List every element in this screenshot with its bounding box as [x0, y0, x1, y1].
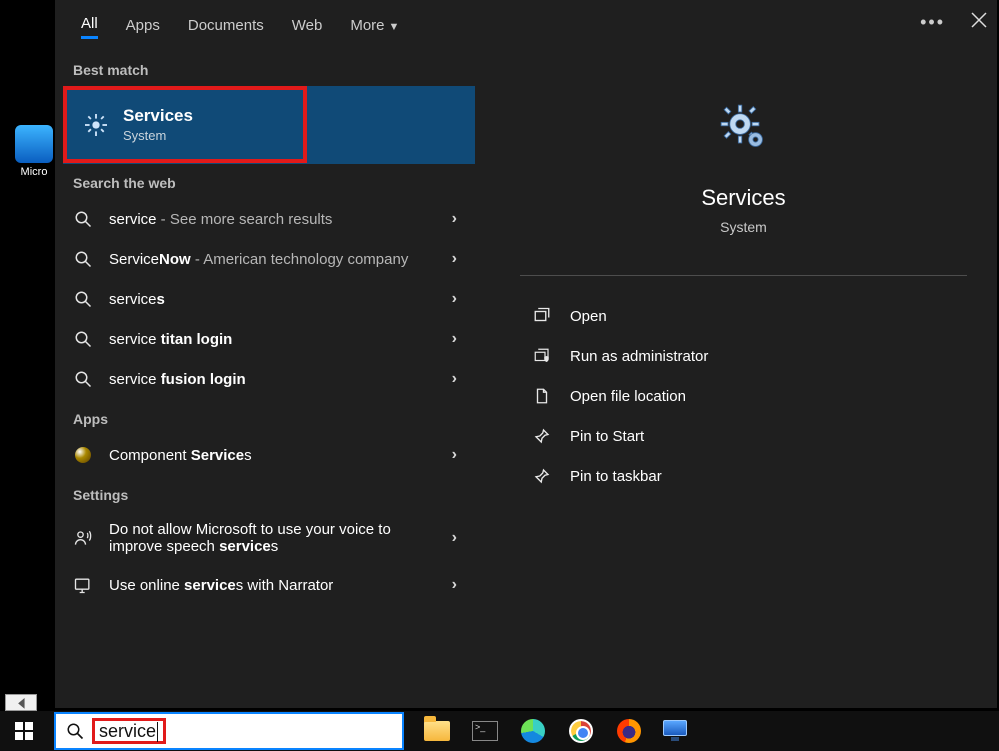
setting-result[interactable]: Do not allow Microsoft to use your voice… [55, 511, 475, 565]
close-button[interactable] [971, 12, 987, 33]
action-label: Open [570, 308, 607, 325]
pin-icon [532, 466, 552, 486]
action-pin-start[interactable]: Pin to Start [490, 416, 997, 456]
monitor-icon [663, 720, 691, 742]
search-panel: All Apps Documents Web More▼ ••• Best ma… [55, 0, 997, 708]
gear-large-icon [716, 100, 771, 155]
chevron-right-icon: › [452, 576, 457, 594]
web-result[interactable]: service fusion login › [55, 359, 475, 399]
edge-icon [521, 719, 545, 743]
desktop-shortcut-label: Micro [14, 166, 54, 178]
search-icon [73, 329, 93, 349]
chevron-down-icon: ▼ [389, 21, 400, 33]
setting-result[interactable]: Use online services with Narrator › [55, 565, 475, 605]
chevron-right-icon: › [452, 446, 457, 464]
taskbar-apps: >_ [416, 711, 698, 751]
close-icon [971, 12, 987, 28]
search-icon [73, 249, 93, 269]
action-label: Pin to Start [570, 428, 644, 445]
desktop-shortcut[interactable]: Micro [14, 125, 54, 178]
taskbar-edge[interactable] [512, 711, 554, 751]
person-voice-icon [73, 528, 93, 548]
setting-result-text: Use online services with Narrator [109, 577, 436, 594]
taskbar-firefox[interactable] [608, 711, 650, 751]
hscroll-left[interactable]: ◀ [5, 694, 37, 711]
search-tabs: All Apps Documents Web More▼ [55, 0, 997, 50]
search-icon [66, 722, 84, 740]
best-match-title: Services [123, 106, 193, 126]
chevron-right-icon: › [452, 290, 457, 308]
folder-icon [424, 721, 450, 741]
action-run-admin[interactable]: Run as administrator [490, 336, 997, 376]
web-result-text: service titan login [109, 331, 436, 348]
web-result[interactable]: service titan login › [55, 319, 475, 359]
taskbar-search-input[interactable]: service [54, 712, 404, 750]
chevron-right-icon: › [452, 529, 457, 547]
action-pin-taskbar[interactable]: Pin to taskbar [490, 456, 997, 496]
search-icon [73, 289, 93, 309]
setting-result-text: Do not allow Microsoft to use your voice… [109, 521, 436, 555]
search-query-value: service [92, 718, 166, 744]
file-location-icon [532, 386, 552, 406]
tab-documents[interactable]: Documents [188, 13, 264, 38]
web-result[interactable]: services › [55, 279, 475, 319]
results-column: Best match Services System Search the we… [55, 50, 475, 708]
taskbar-chrome[interactable] [560, 711, 602, 751]
app-result[interactable]: Component Services › [55, 435, 475, 475]
web-result[interactable]: service - See more search results › [55, 199, 475, 239]
terminal-icon: >_ [472, 721, 498, 741]
taskbar-remote-desktop[interactable] [656, 711, 698, 751]
preview-column: Services System Open Run as administrato… [490, 50, 997, 708]
more-options-button[interactable]: ••• [920, 12, 945, 33]
app-result-text: Component Services [109, 447, 436, 464]
action-label: Open file location [570, 388, 686, 405]
taskbar-file-explorer[interactable] [416, 711, 458, 751]
tab-apps[interactable]: Apps [126, 13, 160, 38]
section-search-web: Search the web [55, 163, 475, 199]
shield-icon [532, 346, 552, 366]
section-settings: Settings [55, 475, 475, 511]
web-result-text: ServiceNow - American technology company [109, 251, 436, 268]
preview-subtitle: System [490, 219, 997, 235]
component-services-icon [73, 445, 93, 465]
search-icon [73, 369, 93, 389]
chevron-right-icon: › [452, 330, 457, 348]
web-result-text: service fusion login [109, 371, 436, 388]
section-best-match: Best match [55, 50, 475, 86]
section-apps: Apps [55, 399, 475, 435]
action-open-location[interactable]: Open file location [490, 376, 997, 416]
web-result-text: service - See more search results [109, 211, 436, 228]
gear-icon [85, 114, 107, 136]
action-label: Run as administrator [570, 348, 708, 365]
pin-icon [532, 426, 552, 446]
taskbar-terminal[interactable]: >_ [464, 711, 506, 751]
best-match-result[interactable]: Services System [63, 86, 307, 163]
chevron-right-icon: › [452, 250, 457, 268]
divider [520, 275, 967, 276]
windows-logo-icon [15, 722, 33, 740]
taskbar: service >_ [0, 711, 999, 751]
tab-all[interactable]: All [81, 11, 98, 39]
best-match-subtitle: System [123, 128, 193, 143]
chrome-icon [569, 719, 593, 743]
app-icon [15, 125, 53, 163]
open-icon [532, 306, 552, 326]
chevron-right-icon: › [452, 370, 457, 388]
web-result-text: services [109, 291, 436, 308]
tab-web[interactable]: Web [292, 13, 323, 38]
firefox-icon [617, 719, 641, 743]
preview-title: Services [490, 185, 997, 211]
start-button[interactable] [0, 711, 48, 751]
narrator-icon [73, 575, 93, 595]
web-result[interactable]: ServiceNow - American technology company… [55, 239, 475, 279]
tab-more[interactable]: More▼ [350, 13, 399, 38]
search-icon [73, 209, 93, 229]
action-label: Pin to taskbar [570, 468, 662, 485]
chevron-right-icon: › [452, 210, 457, 228]
action-open[interactable]: Open [490, 296, 997, 336]
